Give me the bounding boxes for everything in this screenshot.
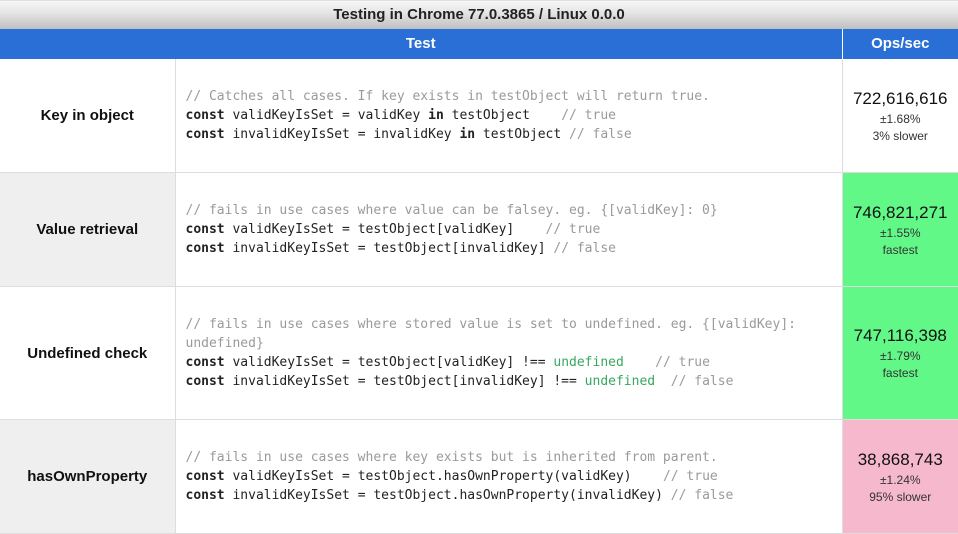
test-name: Undefined check [0, 287, 175, 420]
code-block: // fails in use cases where key exists b… [186, 448, 832, 505]
ops-value: 747,116,398 [847, 326, 955, 346]
ops-cell: 747,116,398 ±1.79% fastest [842, 287, 958, 420]
ops-cell: 722,616,616 ±1.68% 3% slower [842, 59, 958, 173]
ops-cell: 38,868,743 ±1.24% 95% slower [842, 420, 958, 534]
ops-margin: ±1.68% [847, 112, 955, 126]
code-literal: undefined [585, 374, 655, 389]
ops-margin: ±1.55% [847, 226, 955, 240]
test-code: // fails in use cases where stored value… [175, 287, 842, 420]
code-keyword: const [186, 127, 225, 142]
table-row: Undefined check // fails in use cases whe… [0, 287, 958, 420]
code-comment: // false [671, 488, 734, 503]
page-title: Testing in Chrome 77.0.3865 / Linux 0.0.… [0, 0, 958, 29]
ops-cell: 746,821,271 ±1.55% fastest [842, 173, 958, 287]
ops-margin: ±1.24% [847, 473, 955, 487]
code-comment: // fails in use cases where value can be… [186, 203, 718, 218]
ops-note: fastest [847, 366, 955, 380]
table-row: Value retrieval // fails in use cases whe… [0, 173, 958, 287]
code-keyword: const [186, 222, 225, 237]
code-block: // fails in use cases where stored value… [186, 315, 832, 391]
code-comment: // true [655, 355, 710, 370]
code-keyword: const [186, 241, 225, 256]
ops-note: fastest [847, 243, 955, 257]
code-literal: undefined [553, 355, 623, 370]
code-keyword: const [186, 488, 225, 503]
table-row: hasOwnProperty // fails in use cases wher… [0, 420, 958, 534]
table-row: Key in object // Catches all cases. If ke… [0, 59, 958, 173]
ops-value: 722,616,616 [847, 89, 955, 109]
test-name: Value retrieval [0, 173, 175, 287]
code-comment: // Catches all cases. If key exists in t… [186, 89, 710, 104]
ops-note: 95% slower [847, 490, 955, 504]
code-comment: // false [553, 241, 616, 256]
column-test: Test [0, 29, 842, 59]
code-comment: // true [546, 222, 601, 237]
code-keyword: const [186, 108, 225, 123]
code-comment: // false [569, 127, 632, 142]
code-comment: // fails in use cases where stored value… [186, 317, 796, 351]
ops-note: 3% slower [847, 129, 955, 143]
ops-value: 38,868,743 [847, 450, 955, 470]
ops-value: 746,821,271 [847, 203, 955, 223]
code-keyword: const [186, 469, 225, 484]
table-header: Test Ops/sec [0, 29, 958, 59]
code-keyword: in [459, 127, 475, 142]
benchmark-table: Test Ops/sec Key in object // Catches all… [0, 29, 958, 534]
code-comment: // true [663, 469, 718, 484]
code-comment: // true [561, 108, 616, 123]
code-keyword: const [186, 355, 225, 370]
test-code: // fails in use cases where key exists b… [175, 420, 842, 534]
code-block: // fails in use cases where value can be… [186, 201, 832, 258]
test-name: Key in object [0, 59, 175, 173]
column-ops: Ops/sec [842, 29, 958, 59]
test-code: // fails in use cases where value can be… [175, 173, 842, 287]
code-keyword: in [428, 108, 444, 123]
code-block: // Catches all cases. If key exists in t… [186, 87, 832, 144]
code-comment: // fails in use cases where key exists b… [186, 450, 718, 465]
code-comment: // false [671, 374, 734, 389]
code-keyword: const [186, 374, 225, 389]
test-code: // Catches all cases. If key exists in t… [175, 59, 842, 173]
test-name: hasOwnProperty [0, 420, 175, 534]
ops-margin: ±1.79% [847, 349, 955, 363]
